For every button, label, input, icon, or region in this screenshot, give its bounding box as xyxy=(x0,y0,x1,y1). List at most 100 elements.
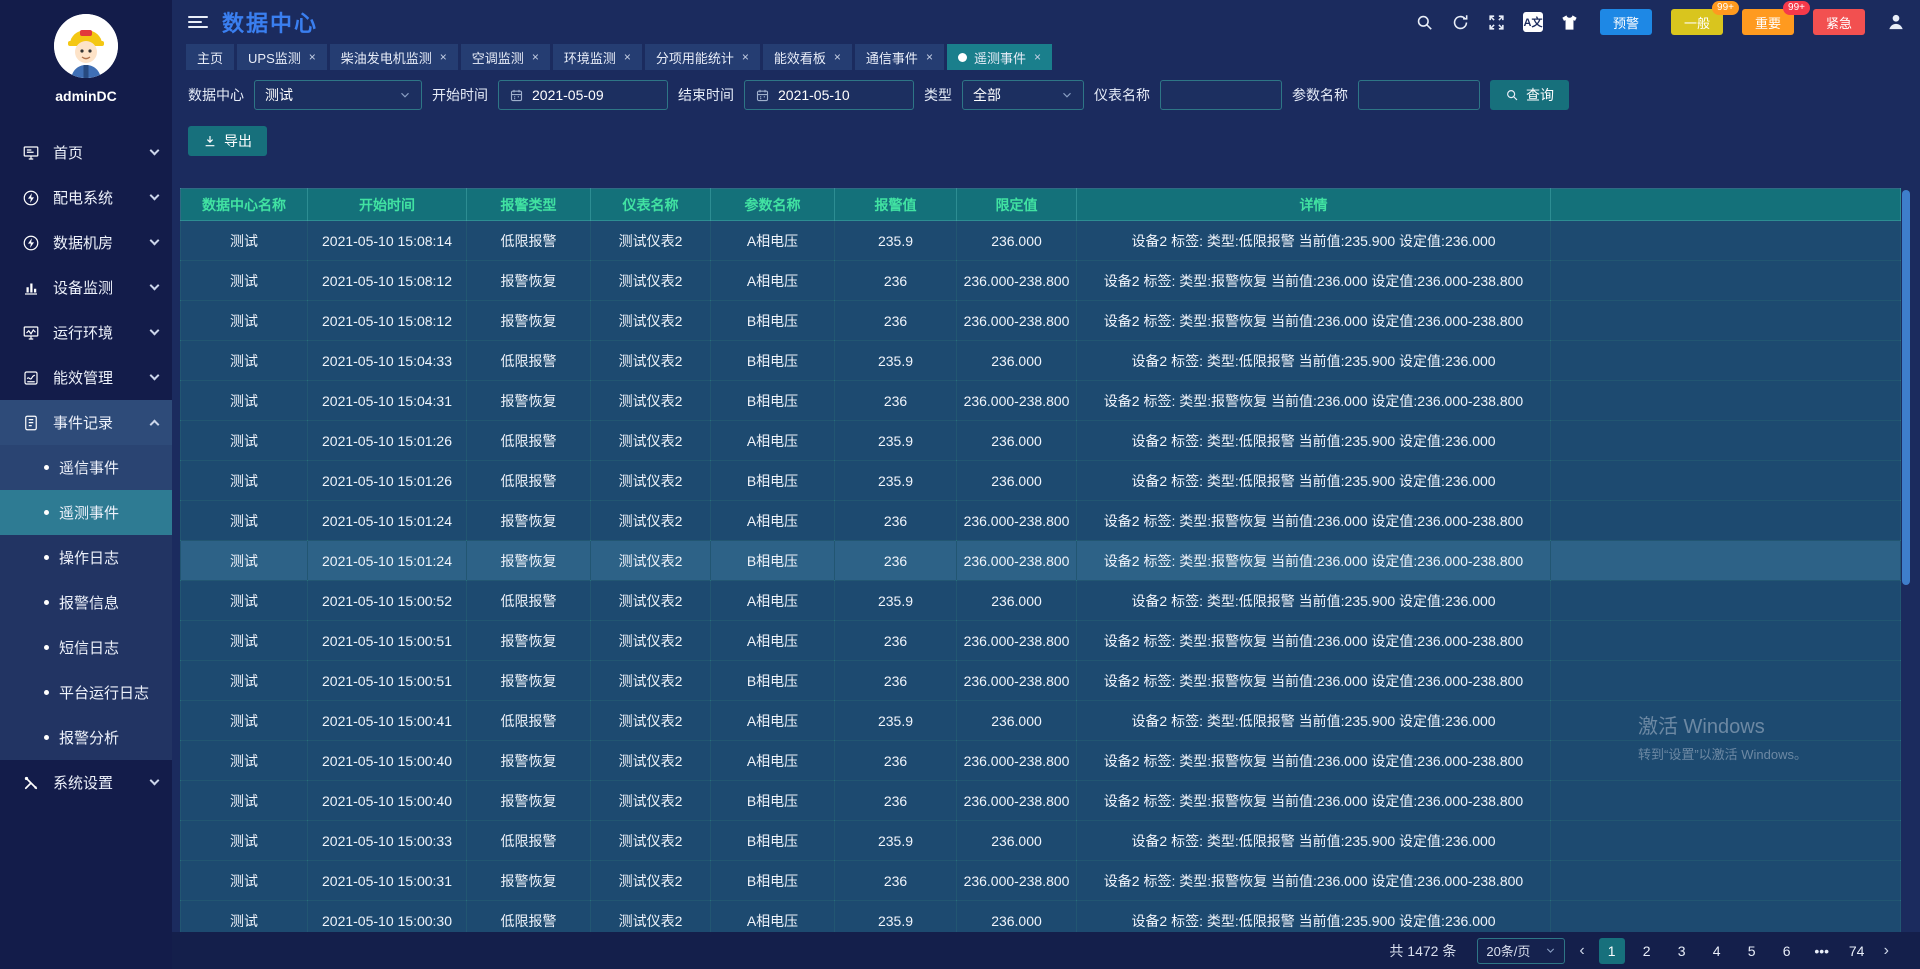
theme-skin-icon[interactable] xyxy=(1560,13,1579,32)
tab-ups[interactable]: UPS监测× xyxy=(237,44,327,70)
table-row[interactable]: 测试2021-05-10 15:00:41低限报警测试仪表2A相电压235.92… xyxy=(181,701,1901,741)
table-cell: 2021-05-10 15:00:33 xyxy=(308,821,467,861)
table-cell: 测试 xyxy=(181,701,308,741)
table-row[interactable]: 测试2021-05-10 15:01:24报警恢复测试仪表2B相电压236236… xyxy=(181,541,1901,581)
bullet-icon xyxy=(44,465,49,470)
tab-env[interactable]: 环境监测× xyxy=(553,44,642,70)
table-row[interactable]: 测试2021-05-10 15:00:40报警恢复测试仪表2A相电压236236… xyxy=(181,741,1901,781)
tab-close-icon[interactable]: × xyxy=(309,50,316,64)
page-button-74[interactable]: 74 xyxy=(1844,938,1870,964)
page-button-4[interactable]: 4 xyxy=(1704,938,1730,964)
page-button-2[interactable]: 2 xyxy=(1634,938,1660,964)
table-row[interactable]: 测试2021-05-10 15:00:31报警恢复测试仪表2B相电压236236… xyxy=(181,861,1901,901)
sidebar-item-energy-mgmt[interactable]: 能效管理 xyxy=(0,355,172,400)
tab-telemetry-event[interactable]: 遥测事件× xyxy=(947,44,1052,70)
tab-energy-stat[interactable]: 分项用能统计× xyxy=(645,44,760,70)
datacenter-select[interactable]: 测试 xyxy=(254,80,422,110)
meter-name-input[interactable] xyxy=(1160,80,1282,110)
search-icon[interactable] xyxy=(1415,13,1434,32)
table-cell: 测试 xyxy=(181,861,308,901)
param-name-input[interactable] xyxy=(1358,80,1480,110)
tab-close-icon[interactable]: × xyxy=(532,50,539,64)
table-cell: 2021-05-10 15:00:40 xyxy=(308,741,467,781)
table-header-row: 数据中心名称开始时间报警类型仪表名称参数名称报警值限定值详情 xyxy=(181,189,1901,221)
table-row[interactable]: 测试2021-05-10 15:00:52低限报警测试仪表2A相电压235.92… xyxy=(181,581,1901,621)
query-button[interactable]: 查询 xyxy=(1490,80,1569,110)
sidebar-item-operation-log[interactable]: 操作日志 xyxy=(0,535,172,580)
table-row[interactable]: 测试2021-05-10 15:01:26低限报警测试仪表2B相电压235.92… xyxy=(181,461,1901,501)
table-cell: 235.9 xyxy=(835,821,957,861)
table-row[interactable]: 测试2021-05-10 15:04:33低限报警测试仪表2B相电压235.92… xyxy=(181,341,1901,381)
table-row[interactable]: 测试2021-05-10 15:01:24报警恢复测试仪表2A相电压236236… xyxy=(181,501,1901,541)
table-row[interactable]: 测试2021-05-10 15:00:51报警恢复测试仪表2B相电压236236… xyxy=(181,661,1901,701)
table-cell: 2021-05-10 15:01:26 xyxy=(308,461,467,501)
table-row[interactable]: 测试2021-05-10 15:00:33低限报警测试仪表2B相电压235.92… xyxy=(181,821,1901,861)
table-cell: 低限报警 xyxy=(467,341,591,381)
level-button-wrap: 紧急 xyxy=(1813,9,1865,35)
table-row[interactable]: 测试2021-05-10 15:00:51报警恢复测试仪表2A相电压236236… xyxy=(181,621,1901,661)
level-button-urgent[interactable]: 紧急 xyxy=(1813,9,1865,35)
bullet-icon xyxy=(44,600,49,605)
tab-home[interactable]: 主页 xyxy=(186,44,234,70)
sidebar-item-remote-signal-event[interactable]: 遥信事件 xyxy=(0,445,172,490)
sidebar-item-power-system[interactable]: 配电系统 xyxy=(0,175,172,220)
sidebar-item-alarm-info[interactable]: 报警信息 xyxy=(0,580,172,625)
tab-close-icon[interactable]: × xyxy=(440,50,447,64)
sidebar-item-system-settings[interactable]: 系统设置 xyxy=(0,760,172,805)
tab-hvac[interactable]: 空调监测× xyxy=(461,44,550,70)
sidebar-item-alarm-analysis[interactable]: 报警分析 xyxy=(0,715,172,760)
table-cell: 测试 xyxy=(181,901,308,933)
tab-close-icon[interactable]: × xyxy=(742,50,749,64)
table-cell: 测试仪表2 xyxy=(591,861,711,901)
tab-close-icon[interactable]: × xyxy=(926,50,933,64)
prev-page-button[interactable]: ‹ xyxy=(1574,942,1589,960)
sidebar-item-data-room[interactable]: 数据机房 xyxy=(0,220,172,265)
sidebar-item-platform-log[interactable]: 平台运行日志 xyxy=(0,670,172,715)
start-date-input[interactable]: 2021-05-09 xyxy=(498,80,668,110)
refresh-icon[interactable] xyxy=(1451,13,1470,32)
tab-close-icon[interactable]: × xyxy=(834,50,841,64)
sidebar-item-telemetry-event[interactable]: 遥测事件 xyxy=(0,490,172,535)
fullscreen-icon[interactable] xyxy=(1487,13,1506,32)
tab-label: 能效看板 xyxy=(774,48,826,67)
page-button-5[interactable]: 5 xyxy=(1739,938,1765,964)
table-cell-filler xyxy=(1551,341,1901,381)
table-row[interactable]: 测试2021-05-10 15:08:14低限报警测试仪表2A相电压235.92… xyxy=(181,221,1901,261)
export-button[interactable]: 导出 xyxy=(188,126,267,156)
table-cell: 测试仪表2 xyxy=(591,621,711,661)
sidebar-item-home[interactable]: 首页 xyxy=(0,130,172,175)
page-size-select[interactable]: 20条/页 xyxy=(1477,938,1565,964)
tab-diesel[interactable]: 柴油发电机监测× xyxy=(330,44,458,70)
sidebar-item-event-record[interactable]: 事件记录 xyxy=(0,400,172,445)
table-row[interactable]: 测试2021-05-10 15:00:30低限报警测试仪表2A相电压235.92… xyxy=(181,901,1901,933)
tab-energy-board[interactable]: 能效看板 × xyxy=(763,44,852,70)
table-cell: 设备2 标签: 类型:报警恢复 当前值:236.000 设定值:236.000-… xyxy=(1077,301,1551,341)
next-page-button[interactable]: › xyxy=(1879,942,1894,960)
type-select[interactable]: 全部 xyxy=(962,80,1084,110)
table-cell: A相电压 xyxy=(711,741,835,781)
end-date-input[interactable]: 2021-05-10 xyxy=(744,80,914,110)
sidebar-item-sms-log[interactable]: 短信日志 xyxy=(0,625,172,670)
vertical-scrollbar[interactable] xyxy=(1902,190,1910,585)
table-row[interactable]: 测试2021-05-10 15:00:40报警恢复测试仪表2B相电压236236… xyxy=(181,781,1901,821)
level-button-warning[interactable]: 预警 xyxy=(1600,9,1652,35)
table-cell: 2021-05-10 15:08:12 xyxy=(308,261,467,301)
page-button-1[interactable]: 1 xyxy=(1599,938,1625,964)
tab-close-icon[interactable]: × xyxy=(1034,50,1041,64)
language-icon[interactable]: A文 xyxy=(1523,12,1543,32)
sidebar-item-device-monitor[interactable]: 设备监测 xyxy=(0,265,172,310)
table-cell: 236.000-238.800 xyxy=(957,861,1077,901)
tab-close-icon[interactable]: × xyxy=(624,50,631,64)
sidebar-item-runtime-env[interactable]: 运行环境 xyxy=(0,310,172,355)
table-cell: A相电压 xyxy=(711,901,835,933)
tab-comm-event[interactable]: 通信事件× xyxy=(855,44,944,70)
table-row[interactable]: 测试2021-05-10 15:04:31报警恢复测试仪表2B相电压236236… xyxy=(181,381,1901,421)
collapse-menu-icon[interactable] xyxy=(188,16,208,28)
page-button-6[interactable]: 6 xyxy=(1774,938,1800,964)
table-row[interactable]: 测试2021-05-10 15:08:12报警恢复测试仪表2B相电压236236… xyxy=(181,301,1901,341)
table-row[interactable]: 测试2021-05-10 15:01:26低限报警测试仪表2A相电压235.92… xyxy=(181,421,1901,461)
user-icon[interactable] xyxy=(1886,12,1906,32)
table-cell: 235.9 xyxy=(835,901,957,933)
table-row[interactable]: 测试2021-05-10 15:08:12报警恢复测试仪表2A相电压236236… xyxy=(181,261,1901,301)
page-button-3[interactable]: 3 xyxy=(1669,938,1695,964)
